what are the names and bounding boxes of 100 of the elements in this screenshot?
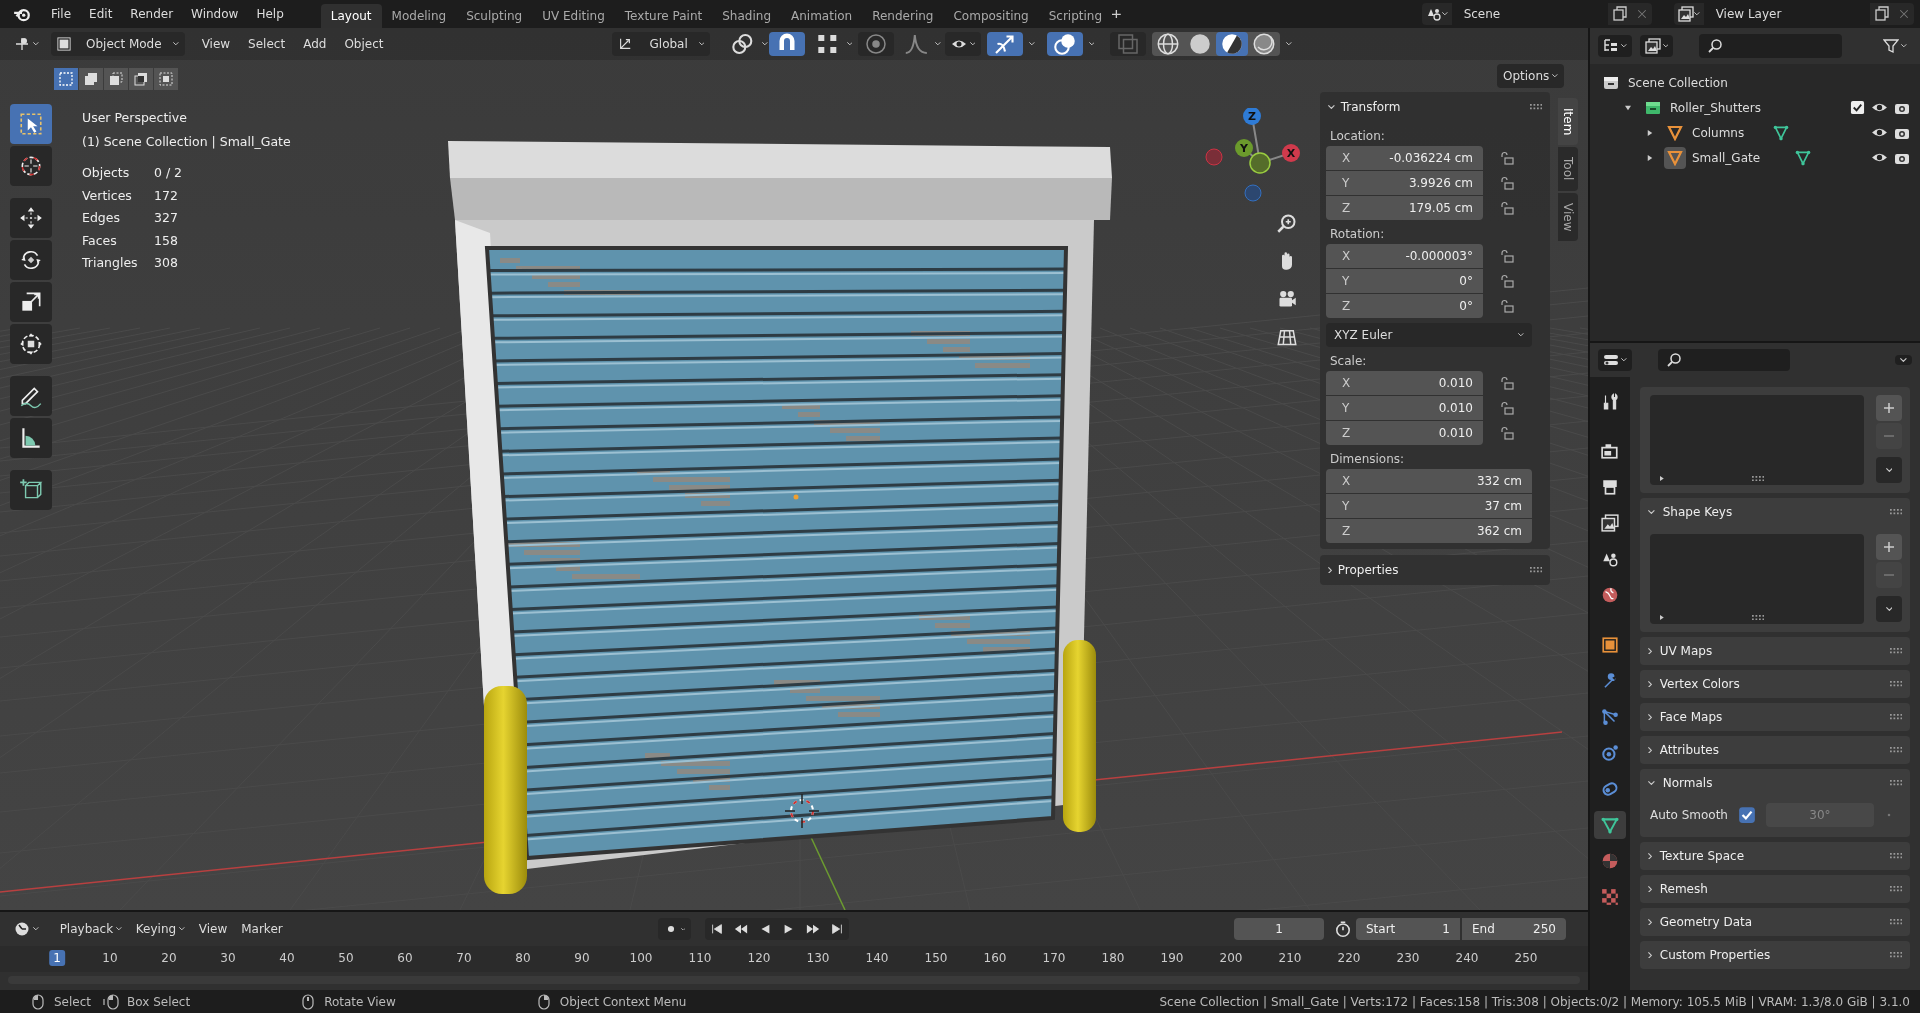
number-field[interactable]: Y 37 cm [1326, 494, 1532, 518]
frame-number: 20 [160, 950, 178, 966]
panel-header[interactable]: Remesh [1640, 875, 1910, 903]
menu-item[interactable]: File [42, 4, 81, 24]
workspace-tab[interactable]: Compositing [943, 4, 1039, 28]
frame-number: 40 [278, 950, 296, 966]
stat-label: Vertices [82, 186, 133, 205]
frame-number: 220 [1336, 950, 1362, 966]
frame-number: 150 [923, 950, 949, 966]
stat-label: Triangles [82, 254, 139, 272]
number-field[interactable]: X 0.010 [1326, 371, 1483, 395]
navigation-gizmo[interactable]: Z Y X [1196, 108, 1306, 218]
menu-item[interactable]: Edit [80, 4, 122, 24]
frame-number: 10 [101, 950, 119, 966]
sidebar-tab[interactable]: Item [1558, 98, 1578, 146]
frame-number: 110 [687, 950, 713, 966]
shortcut-hint: Select [54, 994, 92, 1009]
workspace-tab[interactable]: Scripting [1038, 4, 1113, 28]
workspace-tab[interactable]: Sculpting [456, 4, 533, 28]
mode-dropdown[interactable]: Object Mode [50, 32, 185, 56]
frame-number: 1 [49, 950, 65, 966]
number-field[interactable]: Y 0.010 [1326, 396, 1483, 420]
panel-header[interactable]: Custom Properties [1640, 941, 1910, 969]
frame-number: 180 [1100, 950, 1126, 966]
number-field[interactable]: X 332 cm [1326, 469, 1532, 493]
stat-value: 172 [154, 186, 179, 205]
frame-number: 170 [1041, 950, 1067, 966]
view-name: User Perspective [82, 109, 188, 127]
sidebar-tab[interactable]: View [1558, 192, 1578, 242]
shortcut-hint: Object Context Menu [559, 994, 687, 1009]
end-frame-field[interactable]: End 250 [1462, 918, 1566, 940]
menu-item[interactable]: Select [239, 32, 295, 56]
panel-header[interactable]: Geometry Data [1640, 908, 1910, 936]
number-field[interactable]: Z 362 cm [1326, 519, 1532, 543]
workspace-tab[interactable]: Modeling [381, 4, 457, 28]
frame-number: 210 [1277, 950, 1303, 966]
panel-header[interactable]: Vertex Colors [1640, 670, 1910, 698]
frame-number: 100 [628, 950, 654, 966]
menu-item[interactable]: Playback [52, 918, 129, 940]
panel-header[interactable]: Properties [1320, 555, 1550, 585]
panel-header[interactable]: UV Maps [1640, 637, 1910, 665]
workspace-tab[interactable]: Rendering [862, 4, 944, 28]
menu-item[interactable]: Add [294, 32, 336, 56]
options-dropdown[interactable]: Options [1497, 64, 1564, 88]
frame-number: 240 [1454, 950, 1480, 966]
menu-item[interactable]: View [191, 918, 235, 940]
number-field[interactable]: Z 0.010 [1326, 421, 1483, 445]
frame-number: 30 [219, 950, 237, 966]
menu-item[interactable]: Object [335, 32, 393, 56]
z-axis-handle[interactable]: Z [1243, 108, 1261, 125]
frame-number: 50 [337, 950, 355, 966]
view-info: (1) Scene Collection | Small_Gate [82, 133, 291, 151]
start-frame-field[interactable]: Start 1 [1356, 918, 1460, 940]
number-field[interactable]: X -0.000003° [1326, 244, 1483, 268]
status-info: Scene Collection | Small_Gate | Verts:172 | Faces:158 | Tris:308 | Objects:0/2 | Memory: 105.5 MiB | VRAM: 1.3/8.0 GiB | 3.1.0 [1159, 994, 1910, 1009]
stat-value: 0 / 2 [154, 164, 184, 182]
panel-header[interactable]: Attributes [1640, 736, 1910, 764]
field-label: Scale: [1329, 353, 1368, 370]
field-label: Dimensions: [1329, 451, 1406, 468]
frame-number: 250 [1513, 950, 1539, 966]
workspace-tab[interactable]: UV Editing [532, 4, 615, 28]
panel-header[interactable]: Shape Keys [1640, 498, 1910, 526]
outliner-item[interactable]: Scene Collection [1628, 75, 1728, 90]
menu-item[interactable]: Marker [234, 918, 290, 940]
number-field[interactable]: X -0.036224 cm [1326, 146, 1483, 170]
outliner-item[interactable]: Columns [1692, 125, 1745, 140]
outliner-item[interactable]: Roller_Shutters [1670, 100, 1761, 115]
workspace-tab[interactable]: Texture Paint [614, 4, 713, 28]
menu-item[interactable]: View [192, 32, 240, 56]
frame-number: 130 [805, 950, 831, 966]
panel-header[interactable]: Texture Space [1640, 842, 1910, 870]
workspace-tab[interactable]: Animation [781, 4, 863, 28]
frame-number: 160 [982, 950, 1008, 966]
number-field[interactable]: Y 3.9926 cm [1326, 171, 1483, 195]
orientation-dropdown[interactable]: Global [612, 32, 711, 56]
current-frame-field[interactable]: 1 [1234, 918, 1324, 940]
panel-header[interactable]: Face Maps [1640, 703, 1910, 731]
y-axis-handle[interactable]: Y [1235, 139, 1253, 157]
stat-value: 327 [154, 209, 179, 227]
menu-item[interactable]: Help [247, 4, 293, 24]
menu-item[interactable]: Window [182, 4, 248, 24]
view-layer-selector[interactable]: View Layer [1674, 3, 1914, 25]
scene-selector[interactable]: Scene [1422, 3, 1652, 25]
panel-header[interactable]: Transform [1320, 92, 1550, 122]
number-field[interactable]: Y 0° [1326, 269, 1483, 293]
workspace-tab[interactable]: Shading [712, 4, 781, 28]
rotation-mode-dropdown[interactable]: XYZ Euler [1326, 323, 1532, 347]
field-label: Location: [1329, 128, 1386, 145]
x-axis-handle[interactable]: X [1282, 144, 1300, 162]
frame-number: 140 [864, 950, 890, 966]
stat-label: Edges [82, 209, 121, 227]
workspace-tab[interactable]: Layout [320, 4, 382, 28]
number-field[interactable]: Z 179.05 cm [1326, 196, 1483, 220]
frame-number: 80 [514, 950, 532, 966]
panel-header[interactable]: Normals [1640, 769, 1910, 797]
menu-item[interactable]: Keying [128, 918, 192, 940]
menu-item[interactable]: Render [121, 4, 183, 24]
outliner-item[interactable]: Small_Gate [1692, 150, 1761, 165]
sidebar-tab[interactable]: Tool [1558, 147, 1578, 191]
number-field[interactable]: Z 0° [1326, 294, 1483, 318]
